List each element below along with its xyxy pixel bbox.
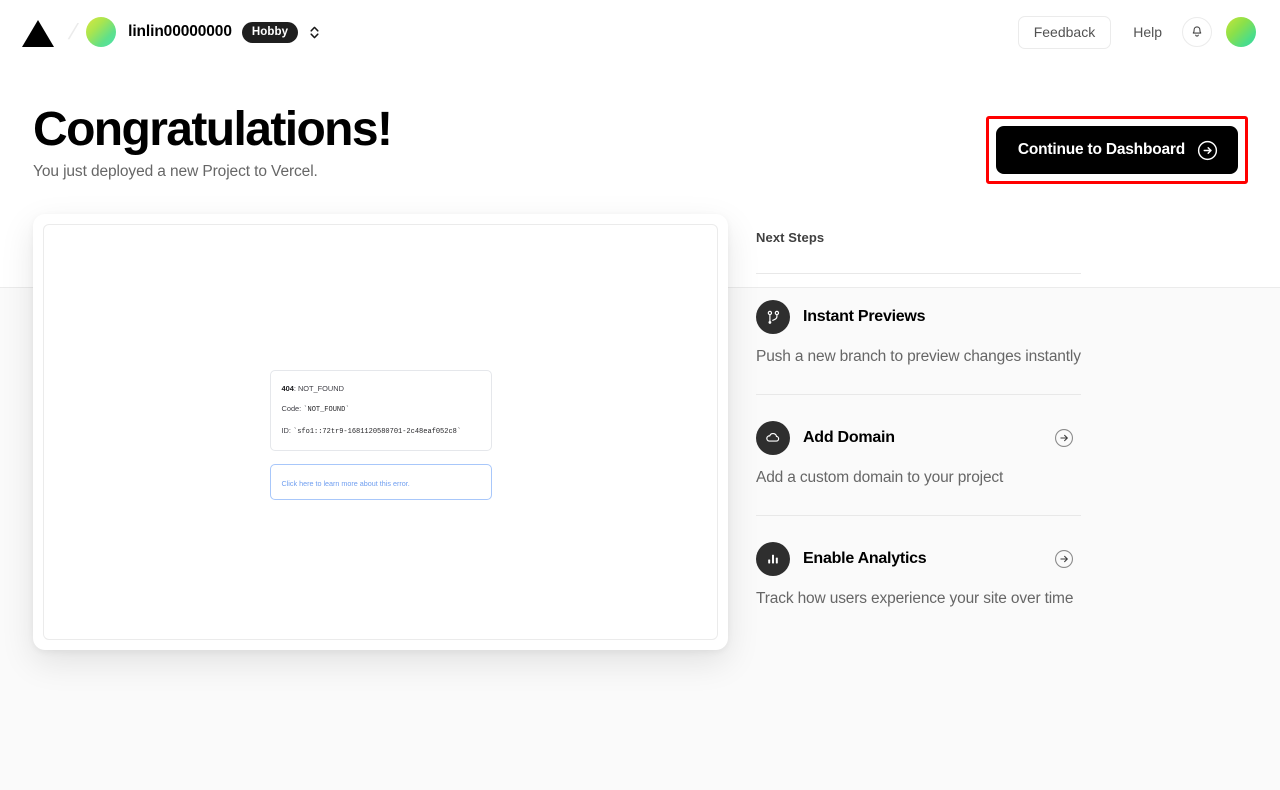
next-step-header: Enable Analytics	[756, 542, 1086, 576]
breadcrumb-separator: /	[66, 19, 81, 44]
next-step-item-add-domain[interactable]: Add Domain Add a custom domain to your p…	[756, 395, 1086, 516]
help-button[interactable]: Help	[1119, 16, 1176, 48]
bar-chart-icon	[756, 542, 790, 576]
team-name[interactable]: linlin00000000	[128, 23, 232, 41]
feedback-button[interactable]: Feedback	[1017, 15, 1112, 49]
page-title: Congratulations!	[33, 103, 393, 156]
next-step-header: Instant Previews	[756, 300, 1086, 334]
error-status-line: 404: NOT_FOUND	[282, 383, 480, 394]
next-step-description: Add a custom domain to your project	[756, 469, 1004, 486]
error-learn-more-box[interactable]: Click here to learn more about this erro…	[269, 464, 492, 501]
error-id-label: ID:	[281, 425, 291, 435]
app-header: / linlin00000000 Hobby Feedback Help	[0, 0, 1280, 64]
error-id-value: `sfo1::72tr9-1681120580701-2c48eaf052c8`	[293, 427, 462, 436]
deployment-preview-iframe[interactable]: 404: NOT_FOUND Code: `NOT_FOUND` ID: `sf…	[43, 224, 718, 640]
error-card: 404: NOT_FOUND Code: `NOT_FOUND` ID: `sf…	[269, 369, 492, 452]
error-code-label: Code:	[281, 404, 302, 414]
hero-section: Congratulations! You just deployed a new…	[0, 64, 1280, 184]
next-step-description: Track how users experience your site ove…	[756, 590, 1074, 607]
cta-highlight-annotation: Continue to Dashboard	[985, 116, 1248, 184]
error-status-code: 404	[281, 383, 294, 393]
deployment-preview-card: 404: NOT_FOUND Code: `NOT_FOUND` ID: `sf…	[33, 214, 728, 650]
arrow-right-circle-icon[interactable]	[1054, 549, 1074, 569]
arrow-right-circle-icon	[1197, 140, 1218, 161]
main-content: 404: NOT_FOUND Code: `NOT_FOUND` ID: `sf…	[0, 184, 1280, 650]
next-step-item-enable-analytics[interactable]: Enable Analytics Track how users experie…	[756, 516, 1086, 608]
user-avatar[interactable]	[1226, 17, 1256, 47]
next-step-item-instant-previews[interactable]: Instant Previews Push a new branch to pr…	[756, 274, 1086, 395]
next-steps-panel: Next Steps Instant Previews Push a new b…	[756, 214, 1086, 608]
error-page-content: 404: NOT_FOUND Code: `NOT_FOUND` ID: `sf…	[269, 369, 492, 501]
continue-to-dashboard-button[interactable]: Continue to Dashboard	[995, 126, 1238, 174]
error-code-value: `NOT_FOUND`	[303, 406, 350, 415]
error-learn-more-link[interactable]: Click here to learn more about this erro…	[282, 479, 410, 488]
error-id-line: ID: `sfo1::72tr9-1681120580701-2c48eaf05…	[282, 425, 480, 438]
next-step-label: Instant Previews	[803, 308, 926, 325]
next-step-header: Add Domain	[756, 421, 1086, 455]
header-actions: Feedback Help	[1017, 15, 1256, 49]
hero-text-block: Congratulations! You just deployed a new…	[33, 103, 986, 181]
team-avatar-icon[interactable]	[86, 17, 117, 47]
vercel-triangle-logo-icon[interactable]	[22, 19, 54, 47]
chevron-up-down-icon[interactable]	[308, 24, 321, 41]
error-code-line: Code: `NOT_FOUND`	[282, 403, 480, 416]
page-subtitle: You just deployed a new Project to Verce…	[33, 162, 318, 180]
continue-to-dashboard-label: Continue to Dashboard	[1017, 141, 1185, 158]
error-status-text: : NOT_FOUND	[293, 383, 344, 393]
cloud-icon	[756, 421, 790, 455]
bell-icon	[1192, 26, 1202, 37]
plan-badge[interactable]: Hobby	[241, 21, 299, 43]
notifications-button[interactable]	[1182, 17, 1212, 47]
next-step-label: Enable Analytics	[803, 550, 927, 567]
next-steps-title: Next Steps	[756, 230, 825, 245]
arrow-right-circle-icon[interactable]	[1054, 428, 1074, 448]
next-step-description: Push a new branch to preview changes ins…	[756, 348, 1081, 365]
next-step-label: Add Domain	[803, 429, 895, 446]
git-branch-icon	[756, 300, 790, 334]
